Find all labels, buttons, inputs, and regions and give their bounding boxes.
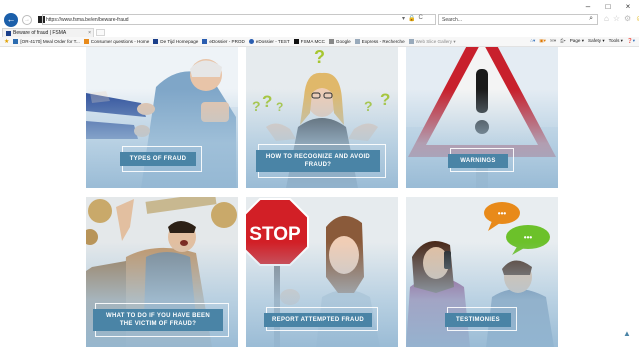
search-icon[interactable]: ⌕ xyxy=(589,15,593,23)
favorites-bar: ★ [OR-4170] Meal Order for T... Consumer… xyxy=(0,37,639,47)
forward-button[interactable]: → xyxy=(22,14,32,25)
card-label: HOW TO RECOGNIZE AND AVOID FRAUD? xyxy=(256,150,380,172)
help-icon[interactable]: ❓▾ xyxy=(627,38,635,44)
card-label: TYPES OF FRAUD xyxy=(120,152,196,166)
home-icon[interactable]: ⌂▾ xyxy=(530,38,535,44)
favorite-item[interactable]: Google xyxy=(328,39,351,44)
close-window-button[interactable]: × xyxy=(623,2,633,11)
card-label-frame: TESTIMONIES xyxy=(445,307,517,331)
address-row: ← → https://www.fsma.be/en/beware-fraud … xyxy=(0,11,639,28)
browser-right-icons: ⌂ ☆ ⚙ ☺ xyxy=(604,14,639,23)
feeds-icon[interactable]: ▣▾ xyxy=(539,38,546,44)
minimize-button[interactable]: – xyxy=(583,2,593,11)
favorites-star-icon[interactable]: ☆ xyxy=(613,14,620,23)
card-types-of-fraud[interactable]: TYPES OF FRAUD xyxy=(86,47,238,188)
speech-dots: ••• xyxy=(524,233,533,242)
favorite-item[interactable]: Consumer questions - Home xyxy=(83,39,149,44)
card-gradient-overlay xyxy=(406,89,558,188)
favorites-star-icon[interactable]: ★ xyxy=(4,38,9,45)
search-placeholder: Search... xyxy=(442,16,463,23)
card-label-frame: WARNINGS xyxy=(448,148,514,172)
page-menu[interactable]: Page ▾ xyxy=(570,38,584,44)
search-input[interactable]: Search... ⌕ xyxy=(438,14,598,25)
site-icon xyxy=(293,39,299,44)
command-bar: ⌂▾ ▣▾ ✉▾ ⎙▾ Page ▾ Safety ▾ Tools ▾ ❓▾ xyxy=(526,38,635,44)
card-gradient-overlay xyxy=(406,242,558,347)
favorite-item[interactable]: Web Slice Gallery ▾ xyxy=(408,39,456,45)
card-label: WARNINGS xyxy=(448,154,508,168)
tab-row: Beware of fraud | FSMA × xyxy=(0,28,639,37)
card-how-to-recognize[interactable]: ? ? ? ? ? ? HOW TO RECOGNIZE AND AVOID F… xyxy=(246,47,398,188)
tab-close-icon[interactable]: × xyxy=(88,30,91,36)
url-text: https://www.fsma.be/en/beware-fraud xyxy=(46,16,129,23)
address-tools: ▾ 🔒 C xyxy=(402,15,423,22)
site-icon xyxy=(153,39,159,44)
site-icon xyxy=(354,39,360,44)
folder-icon xyxy=(83,39,89,44)
favorite-item[interactable]: Express - Recherche xyxy=(354,39,405,44)
address-bar[interactable]: https://www.fsma.be/en/beware-fraud xyxy=(42,14,436,25)
up-arrow-icon: ▲ xyxy=(623,328,631,338)
tools-menu[interactable]: Tools ▾ xyxy=(609,38,623,44)
dropdown-icon[interactable]: ▾ xyxy=(402,15,405,22)
card-label-frame: WHAT TO DO IF YOU HAVE BEEN THE VICTIM O… xyxy=(93,303,229,337)
settings-gear-icon[interactable]: ⚙ xyxy=(624,14,631,23)
card-warnings[interactable]: WARNINGS xyxy=(406,47,558,188)
mail-icon[interactable]: ✉▾ xyxy=(550,38,556,44)
card-label: REPORT ATTEMPTED FRAUD xyxy=(264,313,372,327)
print-icon[interactable]: ⎙▾ xyxy=(560,38,566,44)
refresh-icon[interactable]: C xyxy=(419,15,423,22)
speech-dots: ••• xyxy=(498,209,507,218)
favorite-item[interactable]: De Tijd Homepage xyxy=(153,39,198,44)
feedback-smiley-icon[interactable]: ☺ xyxy=(635,14,639,23)
tab-title: Beware of fraud | FSMA xyxy=(13,30,67,36)
tab-active[interactable]: Beware of fraud | FSMA × xyxy=(2,28,94,37)
card-gradient-overlay xyxy=(86,89,238,188)
page-content: TYPES OF FRAUD ? ? ? ? ? ? HOW TO RECOGN… xyxy=(0,47,639,347)
card-label: TESTIMONIES xyxy=(445,313,511,327)
card-gradient-overlay xyxy=(246,242,398,347)
site-icon xyxy=(248,39,254,44)
card-label-frame: TYPES OF FRAUD xyxy=(120,146,202,172)
google-icon xyxy=(328,39,334,44)
favorite-item[interactable]: eDossier - PROD xyxy=(202,39,245,44)
site-icon xyxy=(202,39,208,44)
favorite-item[interactable]: eDossier - TEST xyxy=(248,39,290,44)
card-label-frame: HOW TO RECOGNIZE AND AVOID FRAUD? xyxy=(256,144,386,178)
card-testimonies[interactable]: ••• ••• TESTIMONIES xyxy=(406,197,558,347)
back-button[interactable]: ← xyxy=(4,12,18,27)
safety-menu[interactable]: Safety ▾ xyxy=(588,38,605,44)
pin-icon xyxy=(13,39,19,44)
new-tab-button[interactable] xyxy=(96,29,105,36)
favorite-item[interactable]: FSMA MCC xyxy=(293,39,325,44)
tab-favicon-icon xyxy=(6,30,11,36)
card-label: WHAT TO DO IF YOU HAVE BEEN THE VICTIM O… xyxy=(93,309,223,331)
back-arrow-icon: ← xyxy=(6,14,16,24)
home-icon[interactable]: ⌂ xyxy=(604,14,609,23)
forward-arrow-icon: → xyxy=(24,16,30,23)
maximize-button[interactable]: □ xyxy=(603,2,613,11)
card-label-frame: REPORT ATTEMPTED FRAUD xyxy=(264,307,378,331)
scroll-to-top-button[interactable]: ▲ xyxy=(620,326,634,340)
card-what-to-do[interactable]: WHAT TO DO IF YOU HAVE BEEN THE VICTIM O… xyxy=(86,197,238,347)
card-report-fraud[interactable]: STOP REPORT ATTEMPTED FRAUD xyxy=(246,197,398,347)
lock-icon[interactable]: 🔒 xyxy=(408,15,415,22)
web-slice-icon xyxy=(408,39,414,44)
favorite-item[interactable]: [OR-4170] Meal Order for T... xyxy=(13,39,80,44)
question-mark: ? xyxy=(314,47,325,67)
